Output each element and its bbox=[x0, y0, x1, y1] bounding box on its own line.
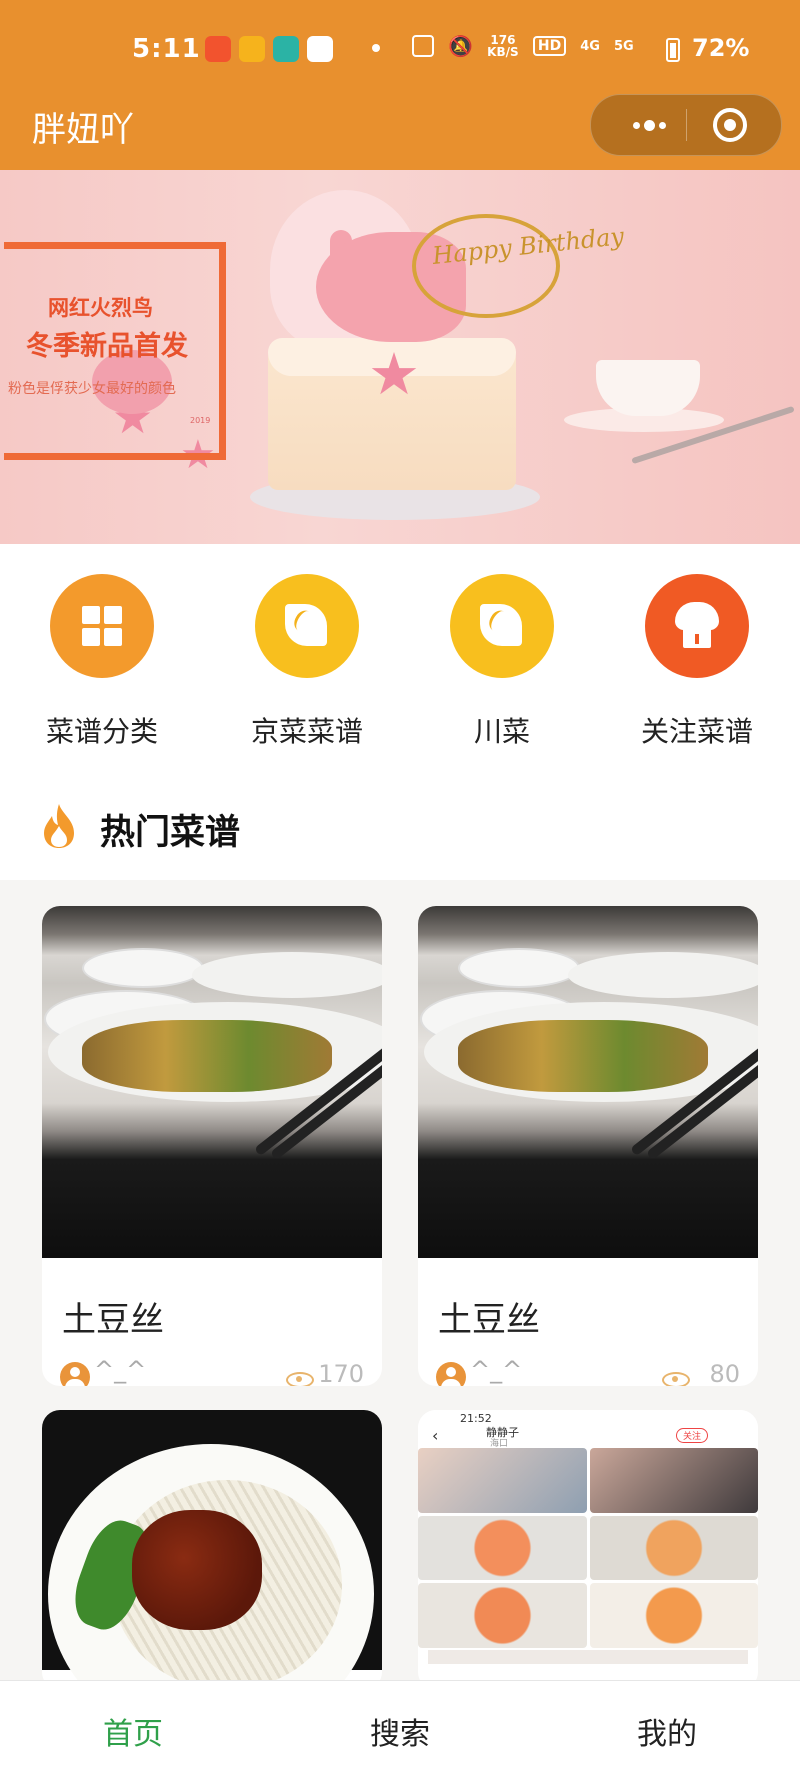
app-notification-icon bbox=[205, 36, 231, 62]
close-miniprogram-button[interactable] bbox=[713, 108, 747, 142]
recipe-card[interactable] bbox=[42, 1410, 382, 1690]
battery-percent: 72% bbox=[692, 34, 750, 62]
cloud-notification-icon bbox=[307, 36, 333, 62]
leaf-icon bbox=[285, 604, 327, 646]
banner-tagline: 粉色是俘获少女最好的颜色 bbox=[8, 381, 176, 397]
category-label: 川菜 bbox=[473, 715, 530, 748]
recipe-photo bbox=[418, 906, 758, 1258]
category-beijing-cuisine[interactable]: 京菜菜谱 bbox=[212, 574, 402, 750]
nfc-icon bbox=[412, 35, 434, 57]
category-icon-circle bbox=[450, 574, 554, 678]
recipe-author: ^_^ bbox=[94, 1356, 147, 1384]
battery-icon bbox=[666, 38, 680, 62]
recipe-views: 170 bbox=[318, 1360, 364, 1386]
category-nav: 菜谱分类 京菜菜谱 川菜 关注菜谱 bbox=[0, 544, 800, 776]
recipe-photo: 21:52 ‹ 静静子 海口 关注 bbox=[418, 1410, 758, 1670]
bottom-tab-bar: 首页 搜索 我的 bbox=[0, 1680, 800, 1779]
banner-year: 2019 bbox=[190, 416, 211, 425]
recipe-author: ^_^ bbox=[470, 1356, 523, 1384]
more-notifications-dot-icon bbox=[372, 44, 380, 52]
grid-icon bbox=[82, 606, 122, 646]
recipe-card[interactable]: 土豆丝 ^_^ 170 bbox=[42, 906, 382, 1386]
tab-home[interactable]: 首页 bbox=[33, 1709, 233, 1753]
photo-back-icon: ‹ bbox=[432, 1426, 439, 1445]
recipe-card[interactable]: 土豆丝 ^_^ 80 bbox=[418, 906, 758, 1386]
more-menu-button[interactable] bbox=[619, 95, 679, 155]
author-avatar-icon bbox=[60, 1362, 90, 1386]
eye-icon bbox=[286, 1372, 314, 1386]
eye-icon bbox=[662, 1372, 690, 1386]
tab-search[interactable]: 搜索 bbox=[300, 1709, 500, 1753]
recipe-meta: ^_^ 80 bbox=[436, 1356, 740, 1386]
category-recipe-types[interactable]: 菜谱分类 bbox=[7, 574, 197, 750]
promo-banner[interactable]: Happy Birthday ★ ★ ★ 网红火烈鸟 冬季新品首发 粉色是俘获少… bbox=[0, 170, 800, 544]
recipe-photo-header: 21:52 ‹ 静静子 海口 关注 bbox=[418, 1410, 758, 1449]
status-time: 5:11 bbox=[132, 34, 201, 64]
banner-headline: 网红火烈鸟 bbox=[48, 295, 153, 320]
recipe-photo-grid bbox=[418, 1448, 758, 1648]
miniprogram-capsule bbox=[590, 94, 782, 156]
category-sichuan-cuisine[interactable]: 川菜 bbox=[407, 574, 597, 750]
star-decoration-icon: ★ bbox=[368, 340, 420, 408]
recipe-photo bbox=[42, 1410, 382, 1690]
capsule-divider bbox=[686, 109, 687, 141]
recipe-card[interactable]: 21:52 ‹ 静静子 海口 关注 bbox=[418, 1410, 758, 1690]
recipe-photo bbox=[42, 906, 382, 1258]
leaf-icon bbox=[480, 604, 522, 646]
page-title: 胖妞吖 bbox=[32, 110, 134, 150]
recipe-title: 土豆丝 bbox=[438, 1300, 540, 1340]
category-label: 菜谱分类 bbox=[45, 715, 158, 748]
net-speed: 176 KB/S bbox=[487, 33, 519, 59]
category-icon-circle bbox=[645, 574, 749, 678]
notification-icons bbox=[205, 36, 333, 62]
status-indicators: 🔕 176 KB/S HD 4G 5G bbox=[412, 34, 634, 58]
category-icon-circle bbox=[255, 574, 359, 678]
category-followed-recipes[interactable]: 关注菜谱 bbox=[602, 574, 792, 750]
signal-4g-icon: 4G bbox=[580, 38, 600, 54]
recipe-title: 土豆丝 bbox=[62, 1300, 164, 1340]
recipe-meta: ^_^ 170 bbox=[60, 1356, 364, 1386]
status-bar: 5:11 🔕 176 KB/S HD 4G 5G 72% bbox=[0, 0, 800, 96]
banner-teacup bbox=[596, 360, 700, 416]
recipe-views: 80 bbox=[709, 1360, 740, 1386]
signal-5g-icon: 5G bbox=[613, 38, 634, 54]
photo-follow: 关注 bbox=[676, 1428, 709, 1443]
category-label: 京菜菜谱 bbox=[250, 715, 363, 748]
author-avatar-icon bbox=[436, 1362, 466, 1386]
hd-icon: HD bbox=[532, 36, 567, 56]
banner-subheadline: 冬季新品首发 bbox=[26, 331, 188, 362]
tab-profile[interactable]: 我的 bbox=[567, 1709, 767, 1753]
mail-notification-icon bbox=[239, 36, 265, 62]
hot-recipes-header: 热门菜谱 bbox=[0, 776, 800, 880]
flame-icon bbox=[44, 804, 74, 848]
category-icon-circle bbox=[50, 574, 154, 678]
chef-hat-icon bbox=[675, 602, 719, 648]
mute-icon: 🔕 bbox=[448, 34, 473, 58]
recipe-photo-footer bbox=[428, 1650, 748, 1664]
section-title: 热门菜谱 bbox=[100, 813, 241, 853]
boss-notification-icon bbox=[273, 36, 299, 62]
category-label: 关注菜谱 bbox=[640, 715, 753, 748]
